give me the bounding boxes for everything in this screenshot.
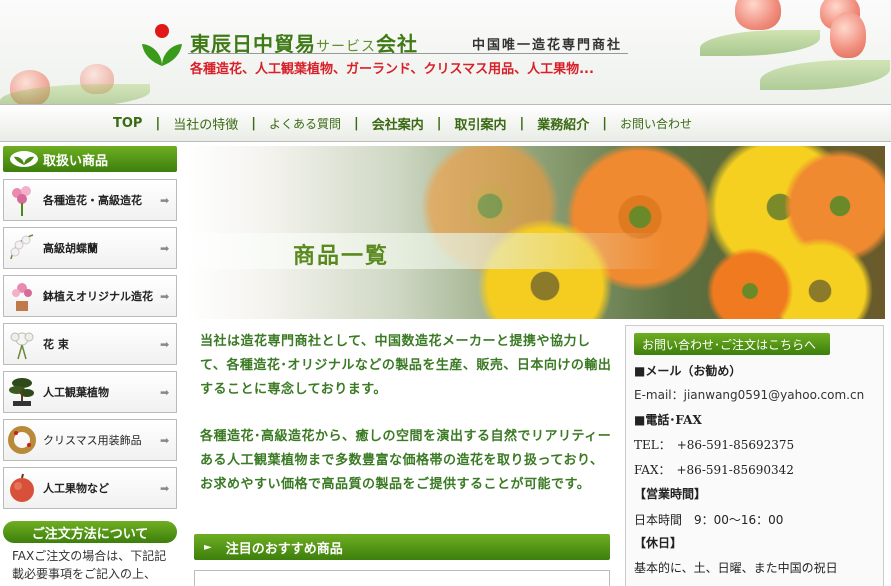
hero-banner: 商品一覧 <box>185 146 885 319</box>
intro-paragraph-2: 各種造花･高級造花から、癒しの空間を演出する自然でリアリティーある人工観葉植物ま… <box>200 429 612 492</box>
email-address[interactable]: E-mail：jianwang0591@yahoo.com.cn <box>634 386 864 403</box>
category-christmas[interactable]: クリスマス用装飾品 ➡ <box>3 419 177 461</box>
nav-faq[interactable]: よくある質問 <box>256 115 354 132</box>
nav-company[interactable]: 会社案内 <box>359 114 437 133</box>
arrow-right-icon: ➡ <box>160 433 170 447</box>
company-logo-icon <box>142 24 182 66</box>
nav-trade[interactable]: 取引案内 <box>442 114 520 133</box>
wreath-icon <box>6 422 38 458</box>
leaf-decoration <box>760 60 890 90</box>
contact-panel: お問い合わせ･ご注文はこちらへ ■メール（お勧め） E-mail：jianwan… <box>625 325 884 586</box>
category-potted-flowers[interactable]: 鉢植えオリジナル造花 ➡ <box>3 275 177 317</box>
potted-flower-icon <box>6 278 38 314</box>
nav-services[interactable]: 業務紹介 <box>524 114 602 133</box>
arrow-right-icon: ➡ <box>160 193 170 207</box>
bouquet-icon <box>6 326 38 362</box>
tulip-decoration <box>735 0 781 30</box>
apple-icon <box>6 470 38 506</box>
holidays: 基本的に、土、日曜、また中国の祝日 <box>634 561 838 575</box>
products-summary: 各種造花、人工観葉植物、ガーランド、クリスマス用品、人工果物... <box>190 62 594 77</box>
triangle-right-icon: ► <box>204 541 212 553</box>
recommended-products-box <box>194 570 610 586</box>
flower-bouquet-icon <box>6 182 38 218</box>
business-hours: 日本時間 9：00～16：00 <box>634 513 784 527</box>
orchid-icon <box>6 230 38 266</box>
arrow-right-icon: ➡ <box>160 385 170 399</box>
category-foliage-plants[interactable]: 人工観葉植物 ➡ <box>3 371 177 413</box>
banner-title: 商品一覧 <box>293 244 390 269</box>
mail-heading: ■メール（お勧め） <box>634 364 742 378</box>
contact-panel-title: お問い合わせ･ご注文はこちらへ <box>634 333 830 355</box>
bonsai-icon <box>6 374 38 410</box>
category-orchid[interactable]: 高級胡蝶蘭 ➡ <box>3 227 177 269</box>
tulip-decoration <box>830 12 866 58</box>
phone-heading: ■電話･FAX <box>634 413 702 427</box>
nav-contact[interactable]: お問い合わせ <box>607 115 705 132</box>
fax-number: FAX： +86-591-85690342 <box>634 463 794 477</box>
phone-number: TEL： +86-591-85692375 <box>634 438 795 452</box>
site-header: 東辰日中貿易サービス会社 中国唯一造花専門商社 各種造花、人工観葉植物、ガーラン… <box>0 0 891 104</box>
hours-heading: 【営業時間】 <box>634 487 707 501</box>
recommended-products-header: ► 注目のおすすめ商品 <box>194 534 610 560</box>
company-tagline: 中国唯一造花専門商社 <box>472 38 623 53</box>
leaf-decoration <box>700 30 820 56</box>
category-artificial-fruit[interactable]: 人工果物など ➡ <box>3 467 177 509</box>
recommended-products-title: 注目のおすすめ商品 <box>225 541 343 557</box>
sprout-icon <box>10 151 38 167</box>
arrow-right-icon: ➡ <box>160 481 170 495</box>
category-artificial-flowers[interactable]: 各種造花・高級造花 ➡ <box>3 179 177 221</box>
nav-features[interactable]: 当社の特徴 <box>160 114 251 133</box>
nav-top[interactable]: TOP <box>100 116 155 131</box>
holiday-heading: 【休日】 <box>634 536 683 550</box>
arrow-right-icon: ➡ <box>160 241 170 255</box>
banner-title-band <box>185 233 665 269</box>
header-divider <box>188 53 628 54</box>
sidebar-title-text: 取扱い商品 <box>43 153 109 169</box>
sidebar-title: 取扱い商品 <box>3 146 177 172</box>
arrow-right-icon: ➡ <box>160 289 170 303</box>
main-navigation: TOP | 当社の特徴 | よくある質問 | 会社案内 | 取引案内 | 業務紹… <box>0 104 891 142</box>
order-method-button[interactable]: ご注文方法について <box>3 521 177 543</box>
category-bouquet[interactable]: 花 束 ➡ <box>3 323 177 365</box>
fax-order-note: FAXご注文の場合は、下記記載必要事項をご記入の上、 <box>12 549 167 581</box>
intro-paragraph-1: 当社は造花専門商社として、中国数造花メーカーと提携や協力して、各種造花･オリジナ… <box>200 334 612 397</box>
arrow-right-icon: ➡ <box>160 337 170 351</box>
